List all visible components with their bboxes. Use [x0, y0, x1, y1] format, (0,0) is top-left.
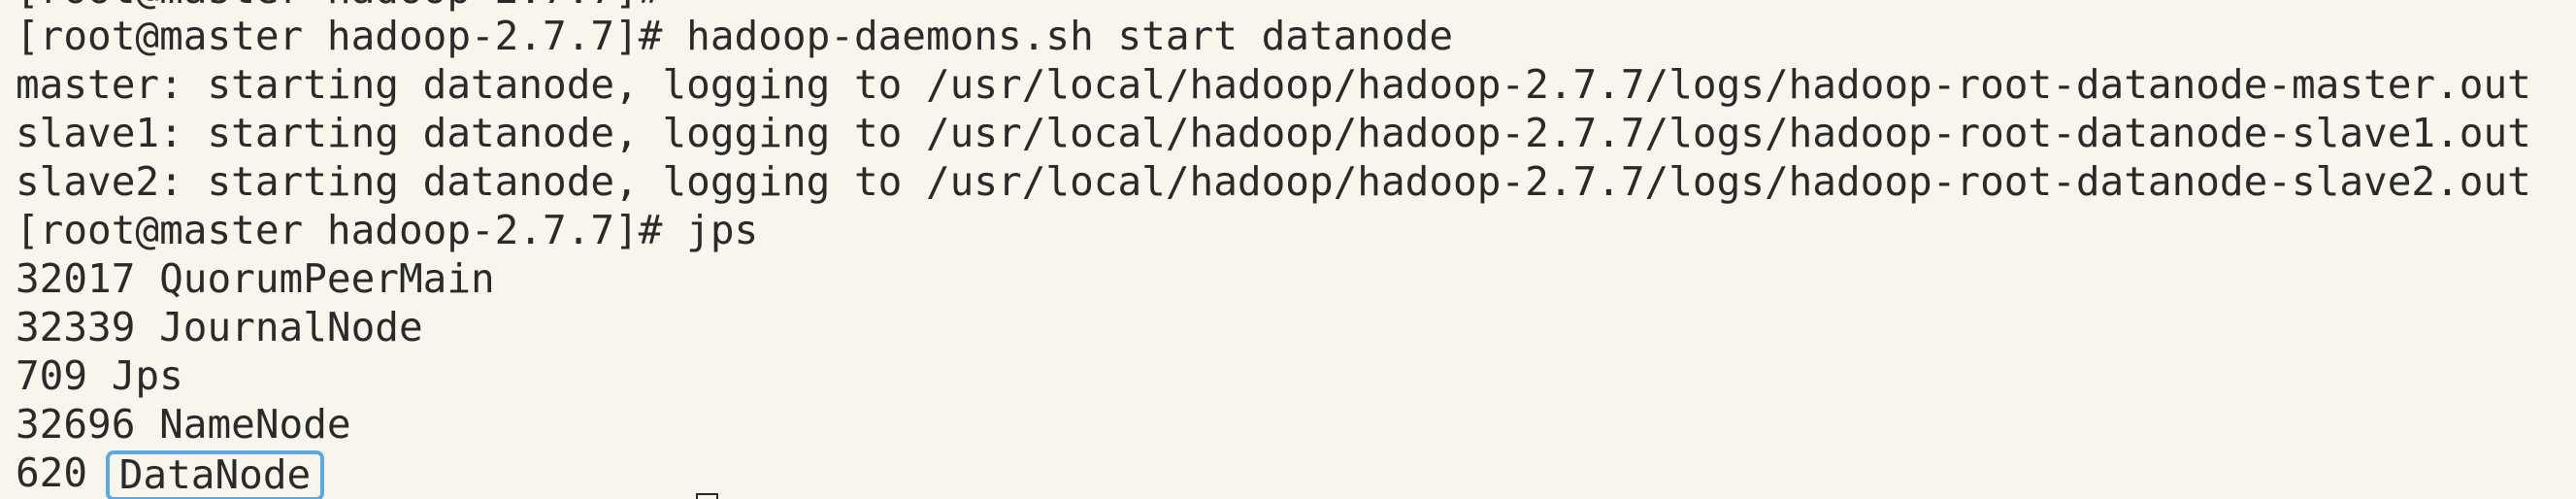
terminal-line-output: slave1: starting datanode, logging to /u… — [16, 110, 2531, 156]
terminal-line-output: 709 Jps — [16, 352, 183, 399]
process-id: 620 — [16, 449, 112, 496]
highlighted-process-name: DataNode — [105, 450, 325, 499]
terminal-line-output: 32339 JournalNode — [16, 304, 423, 350]
terminal-line-output: 32017 QuorumPeerMain — [16, 255, 495, 302]
terminal-line-output: 32696 NameNode — [16, 401, 351, 448]
text-cursor — [696, 493, 718, 499]
terminal-line-output: slave2: starting datanode, logging to /u… — [16, 158, 2531, 205]
terminal-line-command: [root@master hadoop-2.7.7]# jps — [16, 207, 759, 253]
terminal-line-output: master: starting datanode, logging to /u… — [16, 61, 2531, 108]
terminal-window[interactable]: [root@master hadoop-2.7.7]# [root@master… — [0, 0, 2576, 499]
terminal-line-command: [root@master hadoop-2.7.7]# hadoop-daemo… — [16, 13, 1454, 59]
terminal-line-output: 620 DataNode — [16, 449, 325, 499]
